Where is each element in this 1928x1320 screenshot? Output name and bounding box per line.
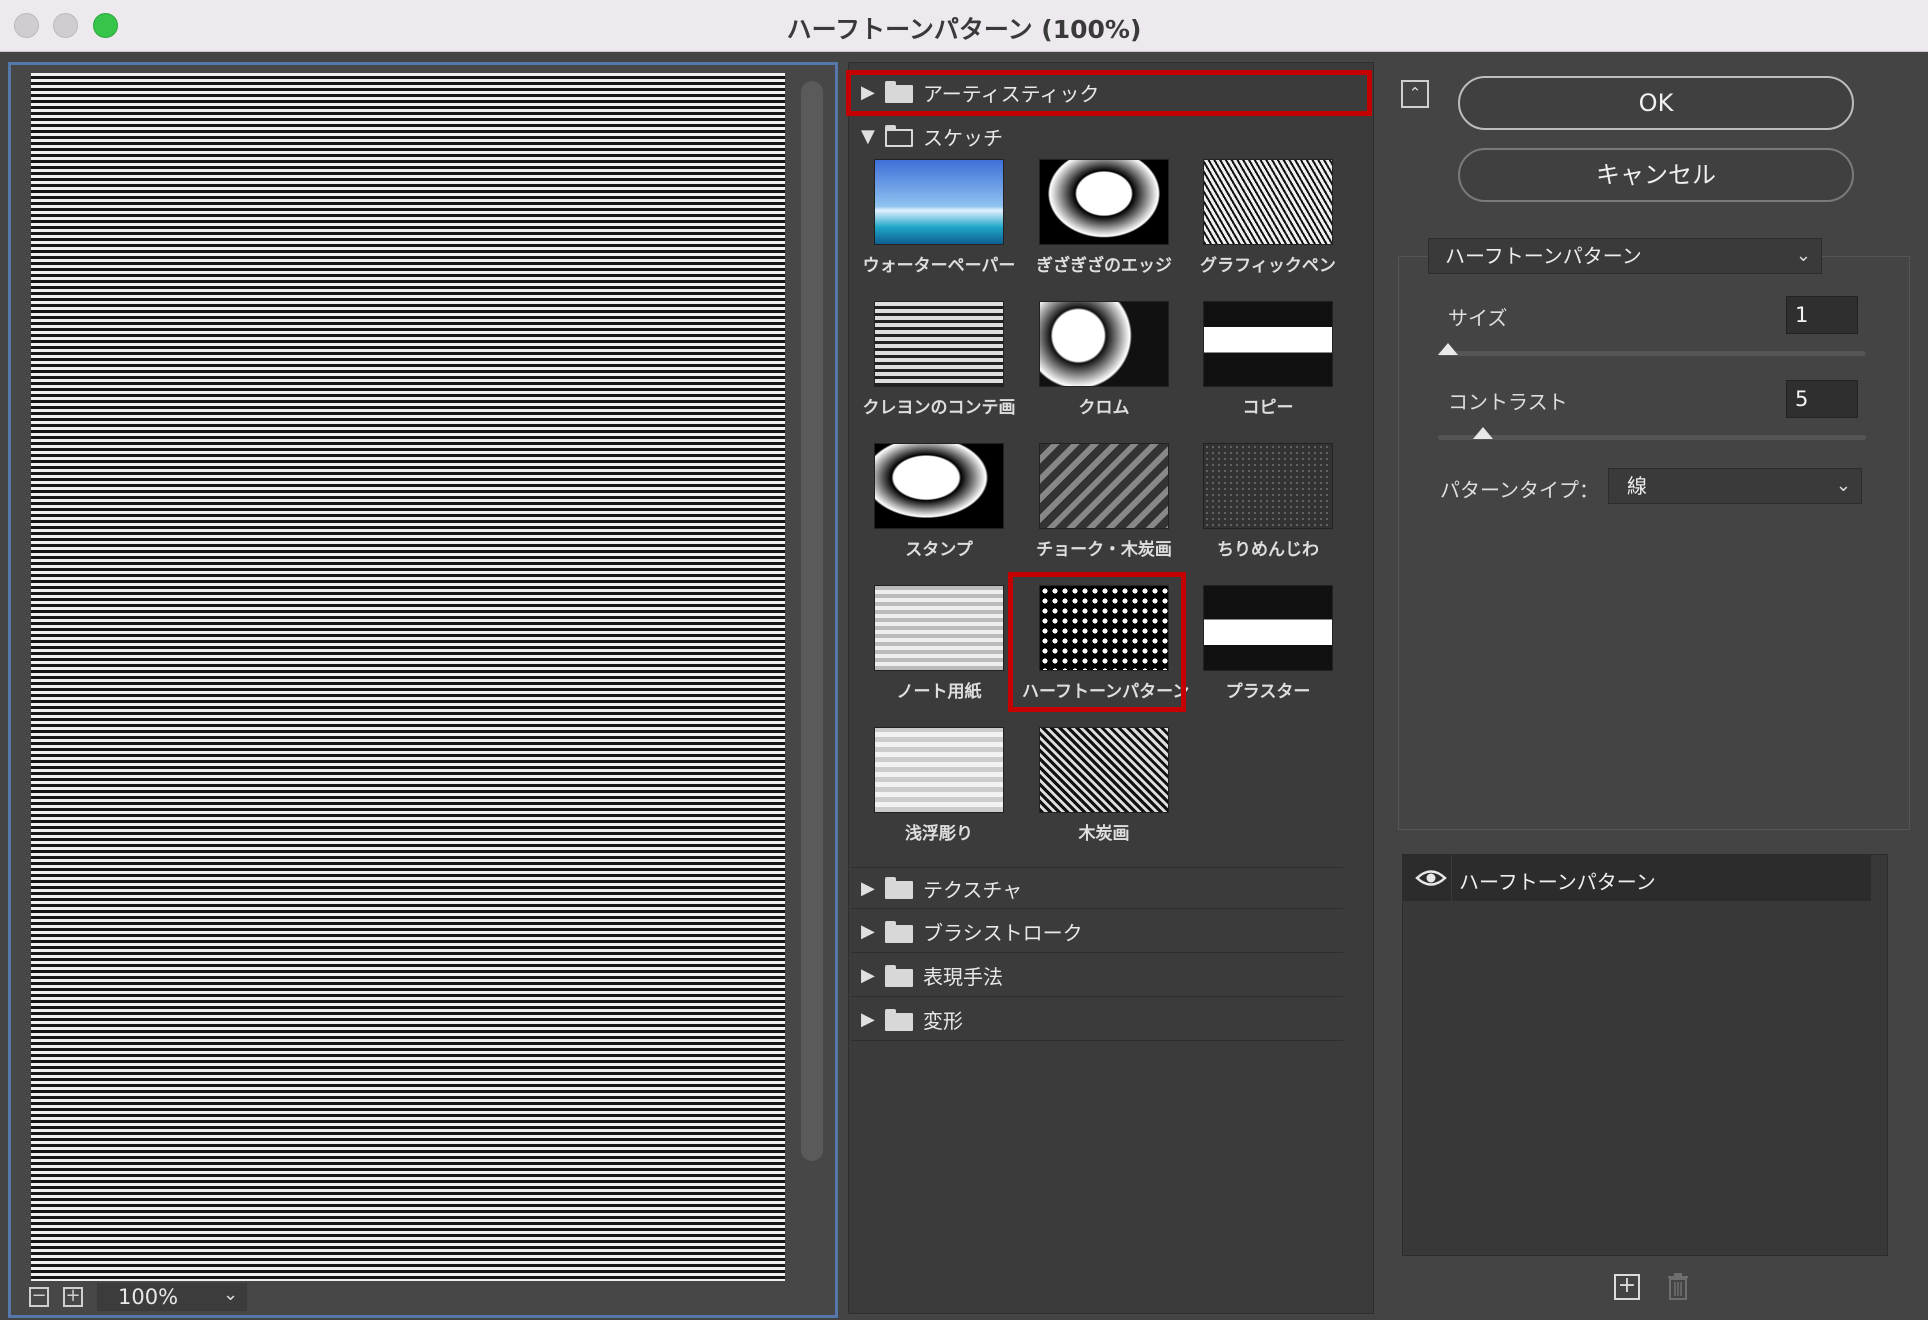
filter-preview-image: [1039, 159, 1169, 245]
filter-thumbnail-label: 浅浮彫り: [905, 824, 973, 844]
effect-layers-panel: ハーフトーンパターン: [1402, 854, 1888, 1256]
category-texture[interactable]: ▶ テクスチャ: [851, 867, 1343, 909]
category-stylize[interactable]: ▶ 表現手法: [851, 955, 1343, 997]
filter-preview-image: [874, 159, 1004, 245]
filter-thumbnail-label: クレヨンのコンテ画: [862, 398, 1016, 418]
filter-select[interactable]: ハーフトーンパターン ⌄: [1428, 238, 1822, 274]
zoom-value: 100%: [118, 1285, 179, 1309]
category-sketch[interactable]: ▼ スケッチ: [851, 115, 1343, 157]
contrast-slider-thumb[interactable]: [1472, 427, 1493, 439]
category-brush-strokes[interactable]: ▶ ブラシストローク: [851, 911, 1343, 953]
filter-thumbnail[interactable]: クロム: [1022, 301, 1186, 418]
trash-icon[interactable]: [1666, 1272, 1690, 1300]
window-title: ハーフトーンパターン (100%): [786, 15, 1142, 44]
filter-thumbnail-label: コピー: [1242, 398, 1294, 418]
disclosure-closed-icon[interactable]: ▶: [851, 965, 885, 986]
filter-preview-image: [874, 301, 1004, 387]
filter-thumbnail[interactable]: ぎざぎざのエッジ: [1022, 159, 1186, 276]
filter-select-value: ハーフトーンパターン: [1445, 244, 1642, 268]
filter-preview-image: [874, 443, 1004, 529]
size-input[interactable]: 1: [1786, 296, 1858, 334]
filter-thumbnail[interactable]: 浅浮彫り: [857, 727, 1021, 844]
effect-layer-row[interactable]: ハーフトーンパターン: [1403, 855, 1871, 901]
filter-thumbnail[interactable]: スタンプ: [857, 443, 1021, 560]
pattern-type-label: パターンタイプ：: [1440, 478, 1599, 502]
zoom-in-button[interactable]: +: [63, 1287, 83, 1307]
category-label: 表現手法: [923, 965, 1003, 989]
filter-thumbnail-label: チョーク・木炭画: [1036, 540, 1172, 560]
category-highlight-box: [846, 70, 1372, 116]
preview-scrollbar[interactable]: [801, 81, 823, 1161]
pattern-type-value: 線: [1627, 474, 1647, 498]
category-label: テクスチャ: [923, 877, 1023, 902]
folder-icon: [885, 1008, 913, 1031]
filter-thumbnail-label: ウォーターペーパー: [862, 256, 1016, 276]
disclosure-open-icon[interactable]: ▼: [851, 126, 885, 147]
filter-thumbnail[interactable]: クレヨンのコンテ画: [857, 301, 1021, 418]
filter-thumbnail[interactable]: チョーク・木炭画: [1022, 443, 1186, 560]
ok-button[interactable]: OK: [1458, 76, 1854, 130]
folder-open-icon: [885, 125, 913, 147]
cancel-button[interactable]: キャンセル: [1458, 148, 1854, 202]
contrast-input[interactable]: 5: [1786, 380, 1858, 418]
zoom-out-button[interactable]: −: [29, 1287, 49, 1307]
filter-thumbnail[interactable]: コピー: [1186, 301, 1350, 418]
disclosure-closed-icon[interactable]: ▶: [851, 878, 885, 899]
selected-filter-highlight-box: [1008, 572, 1186, 712]
size-label: サイズ: [1448, 306, 1508, 330]
filter-preview-image: [1039, 727, 1169, 813]
filter-thumbnail-label: クロム: [1078, 398, 1130, 418]
contrast-label: コントラスト: [1448, 390, 1568, 414]
disclosure-closed-icon[interactable]: ▶: [851, 921, 885, 942]
effect-layer-name: ハーフトーンパターン: [1459, 870, 1656, 894]
filter-thumbnail[interactable]: ノート用紙: [857, 585, 1021, 702]
filter-settings-box: [1398, 256, 1910, 830]
layer-divider: [1451, 855, 1452, 901]
disclosure-closed-icon[interactable]: ▶: [851, 1009, 885, 1030]
size-slider-track[interactable]: [1438, 351, 1866, 356]
preview-image[interactable]: [31, 73, 785, 1285]
category-label: スケッチ: [923, 125, 1003, 150]
filter-thumbnail[interactable]: ウォーターペーパー: [857, 159, 1021, 276]
category-label: ブラシストローク: [923, 921, 1083, 945]
chevron-down-icon: ⌄: [1795, 245, 1811, 266]
pattern-type-select[interactable]: 線 ⌄: [1608, 468, 1862, 504]
contrast-slider-track[interactable]: [1438, 435, 1866, 440]
new-effect-layer-icon[interactable]: +: [1614, 1274, 1640, 1300]
filter-preview-image: [874, 727, 1004, 813]
folder-icon: [885, 877, 913, 899]
filter-thumbnail-label: 木炭画: [1078, 824, 1130, 844]
filter-thumbnail-label: スタンプ: [905, 540, 973, 560]
filter-thumbnail-label: グラフィックペン: [1200, 256, 1336, 276]
chevron-down-icon: ⌄: [1835, 475, 1851, 496]
folder-icon: [885, 964, 913, 987]
filter-preview-image: [874, 585, 1004, 671]
filter-preview-image: [1039, 443, 1169, 529]
folder-icon: [885, 920, 913, 943]
filter-thumbnail-label: ノート用紙: [896, 682, 982, 702]
zoom-bar: − + 100% ⌄: [11, 1281, 835, 1315]
category-label: 変形: [923, 1009, 963, 1033]
filter-thumbnail[interactable]: 木炭画: [1022, 727, 1186, 844]
filter-thumbnail-label: ぎざぎざのエッジ: [1036, 256, 1172, 276]
filter-preview-image: [1039, 301, 1169, 387]
category-distort[interactable]: ▶ 変形: [851, 999, 1343, 1041]
filter-thumbnail[interactable]: プラスター: [1186, 585, 1350, 702]
collapse-gallery-icon[interactable]: ⌃: [1401, 80, 1429, 108]
filter-thumbnail[interactable]: ちりめんじわ: [1186, 443, 1350, 560]
filter-preview-image: [1203, 585, 1333, 671]
size-slider-thumb[interactable]: [1438, 343, 1458, 355]
filter-preview-image: [1203, 443, 1333, 529]
eye-icon[interactable]: [1411, 867, 1451, 889]
filter-thumbnail-label: ちりめんじわ: [1217, 540, 1319, 560]
filter-preview-image: [1203, 301, 1333, 387]
filter-thumbnail-label: プラスター: [1225, 682, 1311, 702]
chevron-down-icon[interactable]: ⌄: [223, 1284, 238, 1305]
title-bar: ハーフトーンパターン (100%): [0, 0, 1928, 52]
filter-preview-image: [1203, 159, 1333, 245]
preview-panel: − + 100% ⌄: [8, 62, 838, 1318]
filter-thumbnail[interactable]: グラフィックペン: [1186, 159, 1350, 276]
